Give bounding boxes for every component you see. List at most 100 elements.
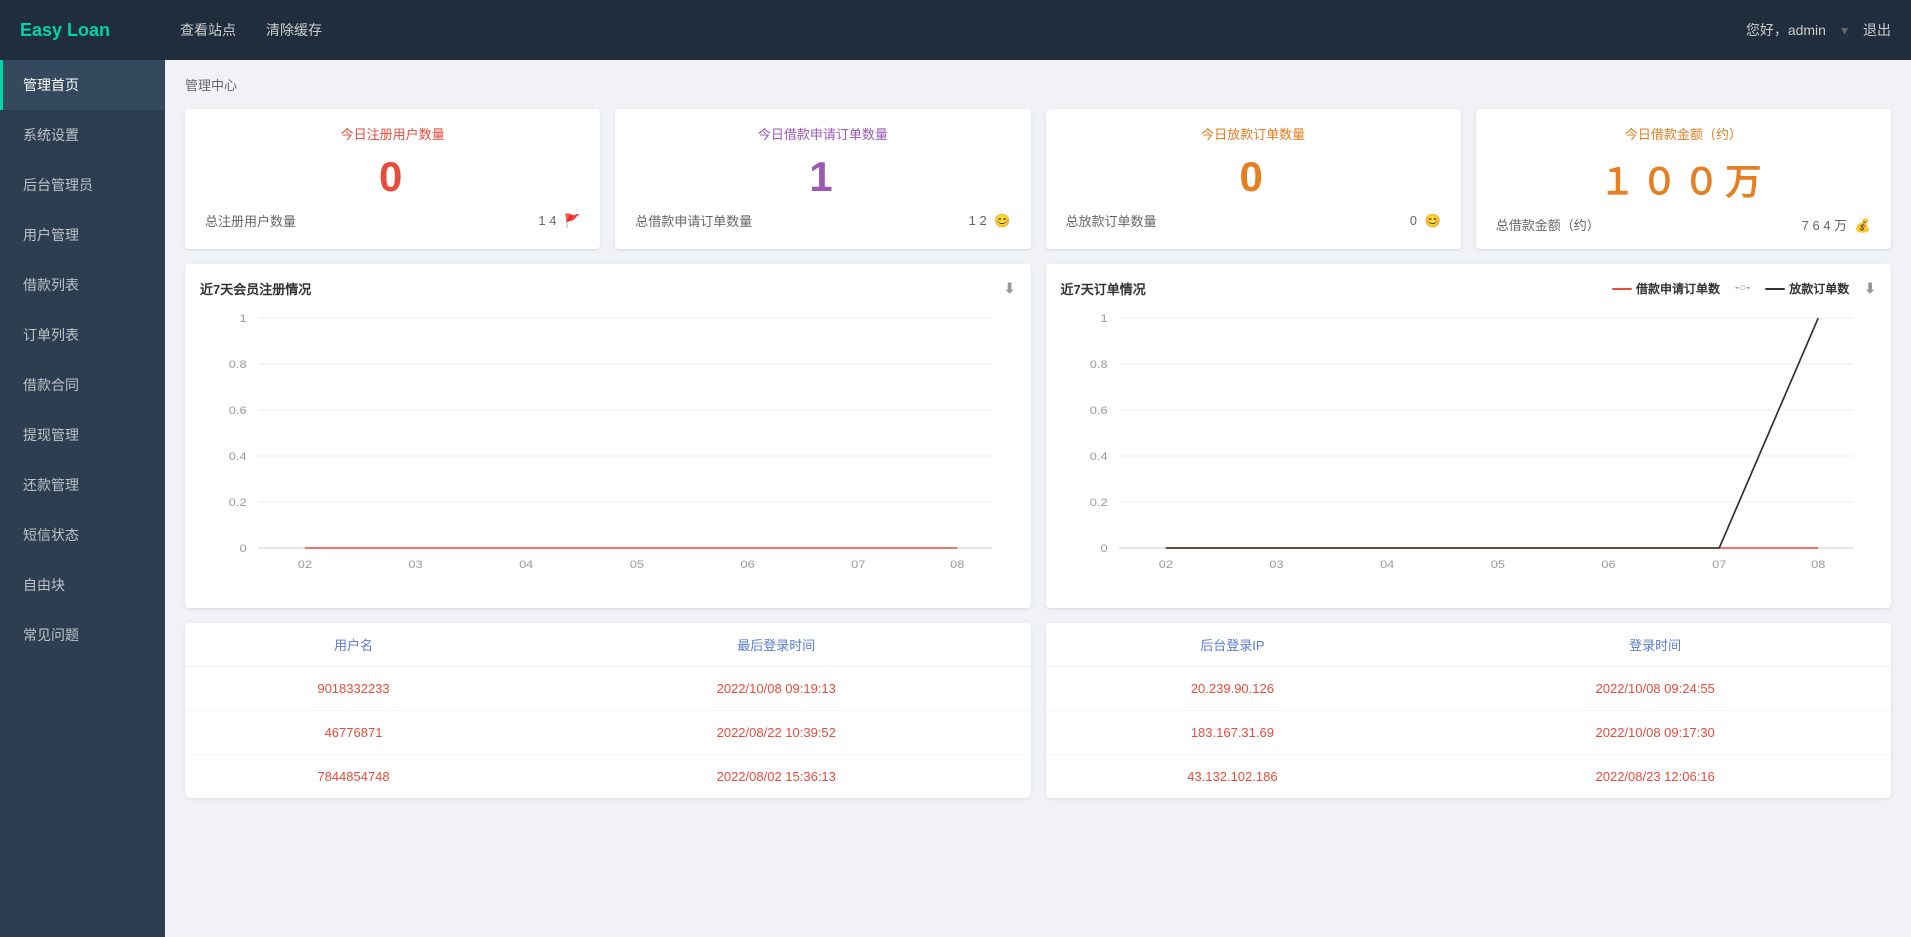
sidebar-item-faq[interactable]: 常见问题: [0, 610, 165, 660]
card1-title: 今日注册用户数量: [205, 124, 580, 143]
nav-links: 查看站点 清除缓存: [180, 20, 1746, 40]
svg-text:0: 0: [239, 542, 247, 555]
view-site-link[interactable]: 查看站点: [180, 20, 236, 40]
last-login-cell: 2022/10/08 09:19:13: [522, 667, 1031, 711]
stat-card-disbursed: 今日放款订单数量 0 总放款订单数量 0 😊: [1046, 109, 1461, 249]
sidebar-item-repayment[interactable]: 还款管理: [0, 460, 165, 510]
card4-footer: 总借款金额（约） 7 6 4 万 💰: [1496, 215, 1871, 234]
svg-text:08: 08: [950, 558, 965, 571]
sidebar: 管理首页 系统设置 后台管理员 用户管理 借款列表 订单列表 借款合同 提现管理…: [0, 60, 165, 937]
charts-row: 近7天会员注册情况 ⬇ 1 0.8 0.6 0.4 0.2: [185, 264, 1891, 608]
svg-text:07: 07: [1712, 558, 1727, 571]
table-admin-login: 后台登录IP 登录时间 20.239.90.126 2022/10/08 09:…: [1046, 623, 1892, 798]
svg-text:06: 06: [1601, 558, 1616, 571]
svg-text:0: 0: [1100, 542, 1108, 555]
svg-text:0.4: 0.4: [1089, 450, 1107, 463]
card3-title: 今日放款订单数量: [1066, 124, 1441, 143]
sidebar-item-contracts[interactable]: 借款合同: [0, 360, 165, 410]
card2-number: 1: [635, 153, 1010, 201]
chart-orders: 近7天订单情况 借款申请订单数 -○- 放款订单数 ⬇: [1046, 264, 1892, 608]
card1-number: 0: [205, 153, 580, 201]
clear-cache-link[interactable]: 清除缓存: [266, 20, 322, 40]
logout-button[interactable]: 退出: [1863, 20, 1891, 40]
login-time-cell: 2022/10/08 09:24:55: [1419, 667, 1891, 711]
chart-left-download[interactable]: ⬇: [1004, 280, 1016, 297]
card3-footer-value: 0 😊: [1410, 213, 1441, 229]
svg-text:0.8: 0.8: [229, 358, 247, 371]
stat-card-loan-apply: 今日借款申请订单数量 1 总借款申请订单数量 1 2 😊: [615, 109, 1030, 249]
svg-text:1: 1: [239, 312, 247, 325]
col-username: 用户名: [185, 623, 522, 667]
table-row: 9018332233 2022/10/08 09:19:13: [185, 667, 1031, 711]
chart-right-title: 近7天订单情况: [1061, 279, 1146, 298]
sidebar-item-admin[interactable]: 后台管理员: [0, 160, 165, 210]
card2-title: 今日借款申请订单数量: [635, 124, 1010, 143]
sidebar-item-orders[interactable]: 订单列表: [0, 310, 165, 360]
nav-right: 您好，admin ▾ 退出: [1746, 20, 1891, 40]
stat-card-registered: 今日注册用户数量 0 总注册用户数量 1 4 🚩: [185, 109, 600, 249]
sidebar-item-settings[interactable]: 系统设置: [0, 110, 165, 160]
last-login-cell: 2022/08/22 10:39:52: [522, 711, 1031, 755]
last-login-cell: 2022/08/02 15:36:13: [522, 755, 1031, 799]
legend-loan-apply-label: 借款申请订单数: [1636, 280, 1720, 297]
chart-right-header: 近7天订单情况 借款申请订单数 -○- 放款订单数 ⬇: [1061, 279, 1877, 298]
svg-text:0.4: 0.4: [229, 450, 247, 463]
main-content: 管理中心 今日注册用户数量 0 总注册用户数量 1 4 🚩 今日借款申请订单数量…: [165, 60, 1911, 937]
svg-text:02: 02: [298, 558, 313, 571]
table-row: 46776871 2022/08/22 10:39:52: [185, 711, 1031, 755]
stat-card-loan-amount: 今日借款金额（约） １００万 总借款金额（约） 7 6 4 万 💰: [1476, 109, 1891, 249]
col-login-ip: 后台登录IP: [1046, 623, 1420, 667]
svg-text:03: 03: [408, 558, 423, 571]
svg-text:0.2: 0.2: [1089, 496, 1107, 509]
chart-right-download[interactable]: ⬇: [1864, 280, 1876, 297]
card2-footer-value: 1 2 😊: [969, 213, 1011, 229]
svg-text:0.2: 0.2: [229, 496, 247, 509]
sidebar-item-freeblock[interactable]: 自由块: [0, 560, 165, 610]
svg-text:05: 05: [630, 558, 645, 571]
svg-text:04: 04: [519, 558, 534, 571]
chart-left-title: 近7天会员注册情况: [200, 279, 311, 298]
login-time-cell: 2022/08/23 12:06:16: [1419, 755, 1891, 799]
username-cell: 7844854748: [185, 755, 522, 799]
svg-text:05: 05: [1490, 558, 1505, 571]
card3-number: 0: [1066, 153, 1441, 201]
app-logo: Easy Loan: [20, 20, 180, 41]
card3-footer: 总放款订单数量 0 😊: [1066, 211, 1441, 230]
sidebar-item-home[interactable]: 管理首页: [0, 60, 165, 110]
sidebar-item-sms[interactable]: 短信状态: [0, 510, 165, 560]
table-row: 20.239.90.126 2022/10/08 09:24:55: [1046, 667, 1892, 711]
table-user-login: 用户名 最后登录时间 9018332233 2022/10/08 09:19:1…: [185, 623, 1031, 798]
sidebar-item-users[interactable]: 用户管理: [0, 210, 165, 260]
col-login-time: 登录时间: [1419, 623, 1891, 667]
svg-text:0.6: 0.6: [229, 404, 247, 417]
legend-loan-apply: 借款申请订单数: [1612, 280, 1720, 297]
top-nav: Easy Loan 查看站点 清除缓存 您好，admin ▾ 退出: [0, 0, 1911, 60]
card4-number: １００万: [1496, 153, 1871, 205]
legend-disbursed-label: 放款订单数: [1789, 280, 1849, 297]
username-cell: 46776871: [185, 711, 522, 755]
col-last-login: 最后登录时间: [522, 623, 1031, 667]
card2-footer: 总借款申请订单数量 1 2 😊: [635, 211, 1010, 230]
chart-registrations: 近7天会员注册情况 ⬇ 1 0.8 0.6 0.4 0.2: [185, 264, 1031, 608]
legend-disbursed: 放款订单数: [1765, 280, 1849, 297]
svg-text:08: 08: [1811, 558, 1826, 571]
svg-text:02: 02: [1158, 558, 1173, 571]
card4-footer-value: 7 6 4 万 💰: [1802, 215, 1871, 234]
card3-footer-label: 总放款订单数量: [1066, 211, 1157, 230]
table-row: 43.132.102.186 2022/08/23 12:06:16: [1046, 755, 1892, 799]
chart-left-header: 近7天会员注册情况 ⬇: [200, 279, 1016, 298]
breadcrumb: 管理中心: [185, 75, 1891, 94]
chart-right-svg: 1 0.8 0.6 0.4 0.2 0 02 03 04 05 06 07 08: [1061, 308, 1877, 588]
sidebar-item-loans[interactable]: 借款列表: [0, 260, 165, 310]
sidebar-item-withdrawal[interactable]: 提现管理: [0, 410, 165, 460]
svg-text:04: 04: [1380, 558, 1395, 571]
svg-text:07: 07: [851, 558, 866, 571]
username-cell: 9018332233: [185, 667, 522, 711]
card1-footer-label: 总注册用户数量: [205, 211, 296, 230]
svg-text:03: 03: [1269, 558, 1284, 571]
main-layout: 管理首页 系统设置 后台管理员 用户管理 借款列表 订单列表 借款合同 提现管理…: [0, 60, 1911, 937]
login-time-cell: 2022/10/08 09:17:30: [1419, 711, 1891, 755]
table-row: 183.167.31.69 2022/10/08 09:17:30: [1046, 711, 1892, 755]
card2-footer-label: 总借款申请订单数量: [635, 211, 752, 230]
admin-info[interactable]: 您好，admin: [1746, 20, 1826, 40]
